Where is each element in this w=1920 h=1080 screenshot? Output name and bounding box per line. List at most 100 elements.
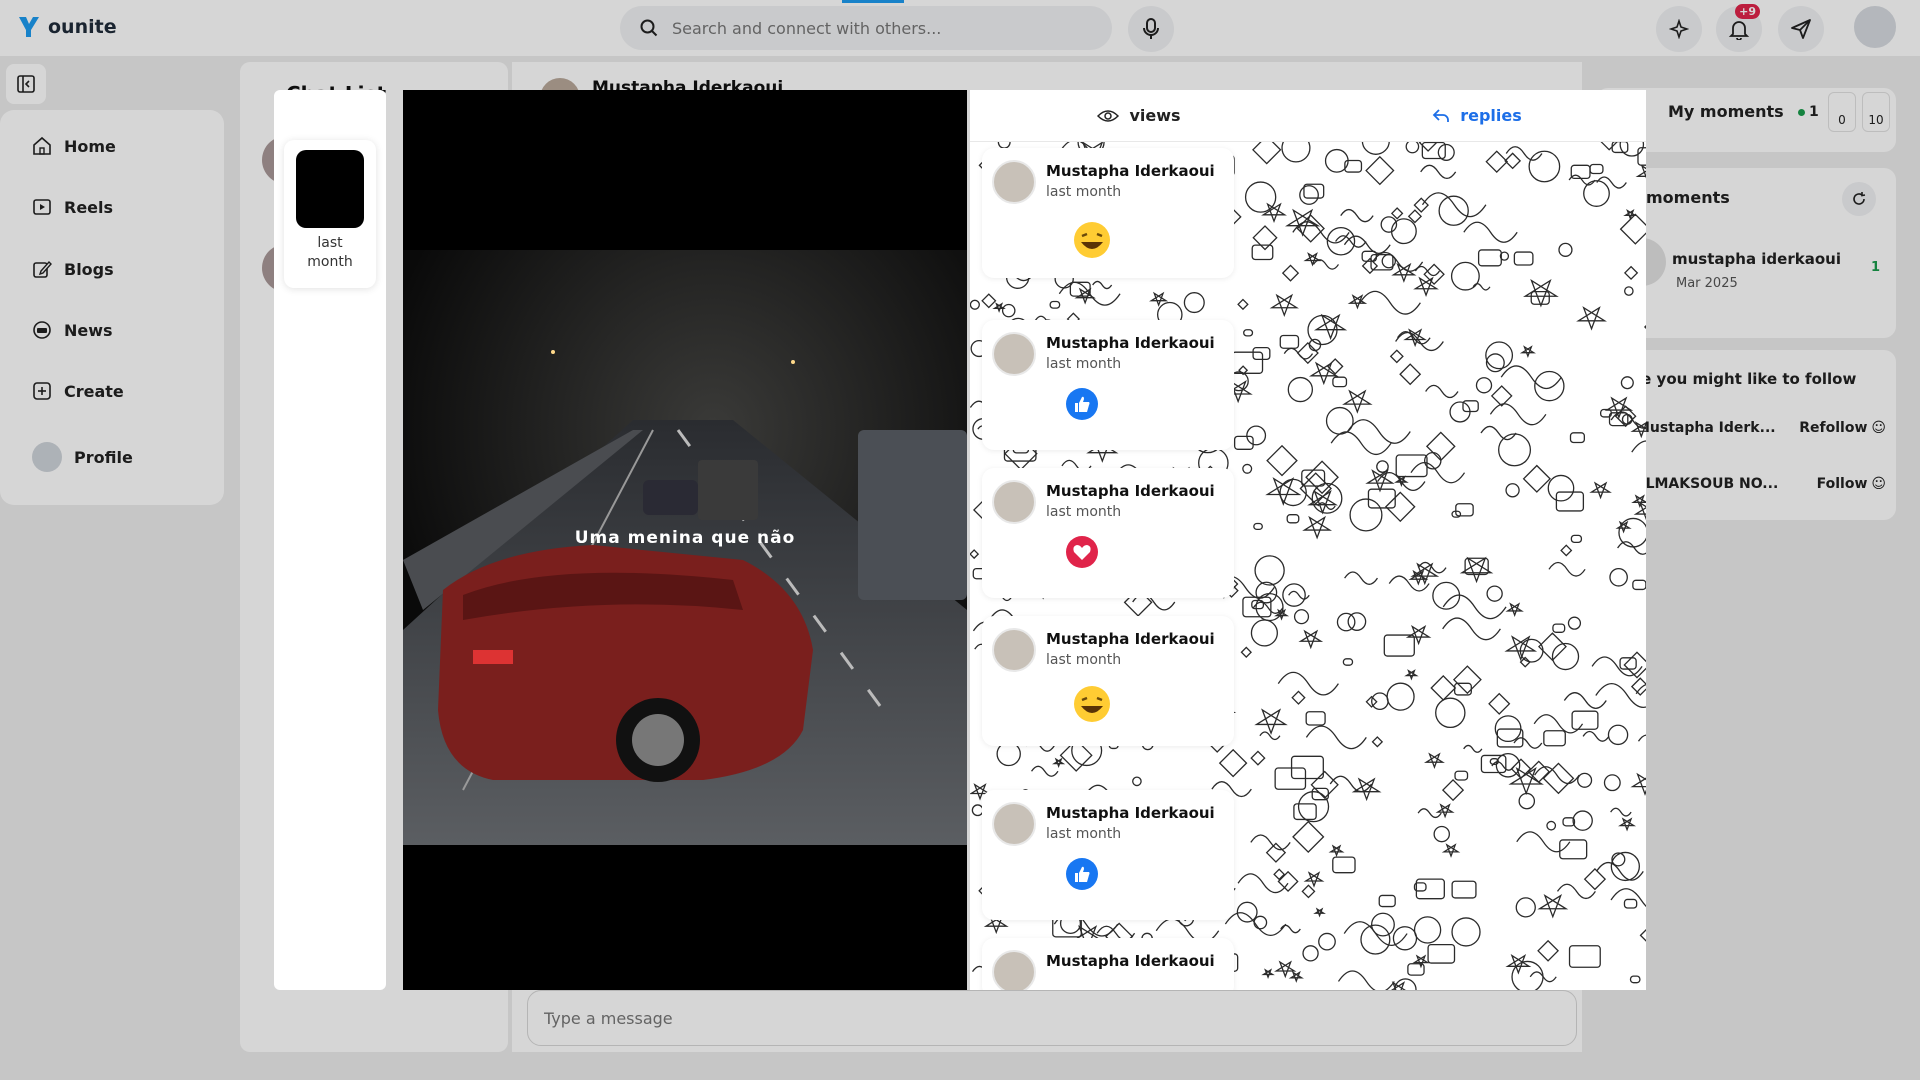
doodle-shape — [1312, 259, 1340, 270]
doodle-shape — [1572, 810, 1593, 831]
reply-card[interactable]: Mustapha Iderkaoui last month — [982, 790, 1234, 920]
doodle-shape — [1452, 665, 1482, 695]
doodle-shape — [1523, 279, 1559, 308]
doodle-shape — [1313, 313, 1348, 341]
doodle-shape — [1296, 342, 1319, 365]
doodle-shape — [1261, 202, 1287, 224]
doodle-shape — [1183, 292, 1205, 314]
reply-author: Mustapha Iderkaoui — [1046, 952, 1215, 970]
doodle-shape — [1386, 682, 1415, 711]
laugh-emoji-icon — [1072, 684, 1112, 724]
doodle-shape — [1639, 928, 1646, 942]
doodle-shape — [1583, 868, 1607, 891]
doodle-shape — [1277, 671, 1339, 696]
doodle-shape — [1328, 844, 1345, 858]
doodle-shape — [1582, 730, 1610, 742]
doodle-shape — [1463, 221, 1518, 243]
doodle-shape — [1548, 561, 1586, 577]
doodle-shape — [1420, 164, 1457, 180]
doodle-shape — [1342, 658, 1354, 666]
doodle-shape — [1619, 213, 1646, 245]
doodle-shape — [1558, 242, 1573, 257]
doodle-shape — [1442, 617, 1501, 641]
doodle-shape — [1344, 571, 1379, 585]
reply-card[interactable]: Mustapha Iderkaoui — [982, 938, 1234, 990]
doodle-shape — [1571, 710, 1599, 730]
doodle-shape — [1577, 772, 1593, 788]
doodle-shape — [1298, 629, 1324, 650]
doodle-shape — [1371, 736, 1384, 748]
avatar — [992, 160, 1036, 204]
doodle-shape — [1365, 155, 1395, 186]
doodle-shape — [1589, 481, 1612, 500]
doodle-shape — [1332, 376, 1348, 388]
story-thumbnail-image — [296, 150, 364, 228]
doodle-shape — [1293, 609, 1310, 625]
doodle-shape — [1030, 765, 1059, 777]
story-video[interactable]: Uma menina que não — [403, 90, 967, 990]
doodle-shape — [1632, 579, 1646, 591]
doodle-shape — [1537, 939, 1560, 962]
doodle-shape — [1347, 294, 1368, 310]
reply-card[interactable]: Mustapha Iderkaoui last month — [982, 616, 1234, 746]
doodle-shape — [1332, 856, 1356, 874]
doodle-shape — [1441, 843, 1461, 858]
reply-card[interactable]: Mustapha Iderkaoui last month — [982, 320, 1234, 450]
doodle-shape — [970, 549, 980, 560]
tab-views[interactable]: views — [970, 90, 1308, 141]
doodle-shape — [1459, 556, 1494, 584]
doodle-shape — [1425, 431, 1456, 462]
doodle-shape — [1378, 894, 1396, 908]
doodle-shape — [1237, 298, 1249, 311]
doodle-shape — [1414, 265, 1441, 277]
doodle-shape — [1254, 555, 1285, 586]
avatar — [992, 802, 1036, 846]
doodle-shape — [1435, 697, 1466, 729]
reply-time: last month — [1046, 504, 1122, 520]
doodle-shape — [1472, 283, 1491, 291]
doodle-shape — [1624, 286, 1634, 296]
doodle-shape — [1371, 692, 1389, 711]
doodle-shape — [1361, 140, 1390, 155]
doodle-shape — [1463, 744, 1483, 753]
doodle-shape — [1454, 770, 1469, 781]
doodle-shape — [1528, 150, 1561, 183]
reply-card[interactable]: Mustapha Iderkaoui last month — [982, 468, 1234, 598]
doodle-shape — [1243, 329, 1254, 337]
doodle-shape — [1293, 803, 1317, 821]
doodle-shape — [1324, 148, 1349, 173]
doodle-shape — [1438, 195, 1469, 226]
doodle-shape — [1392, 926, 1418, 951]
doodle-shape — [1279, 334, 1300, 349]
doodle-shape — [1477, 249, 1502, 267]
doodle-shape — [1302, 945, 1319, 962]
doodle-shape — [1259, 731, 1281, 741]
reply-card[interactable]: Mustapha Iderkaoui last month — [982, 148, 1234, 278]
doodle-shape — [1305, 711, 1326, 726]
tab-replies[interactable]: replies — [1308, 90, 1646, 141]
story-thumbnail[interactable]: last month — [284, 140, 376, 288]
doodle-shape — [1149, 291, 1169, 307]
doodle-shape — [1384, 491, 1416, 523]
doodle-shape — [1485, 150, 1509, 174]
doodle-shape — [1250, 750, 1266, 766]
doodle-shape — [1218, 748, 1248, 778]
doodle-shape — [1395, 454, 1428, 478]
reply-author: Mustapha Iderkaoui — [1046, 334, 1215, 352]
doodle-shape — [1415, 878, 1445, 900]
doodle-shape — [1242, 463, 1253, 474]
doodle-shape — [1552, 623, 1566, 633]
doodle-shape — [1433, 825, 1450, 843]
doodle-shape — [1252, 225, 1278, 251]
doodle-shape — [1282, 583, 1306, 607]
doodle-shape — [1488, 692, 1511, 715]
doodle-shape — [1391, 262, 1417, 283]
doodle-shape — [1390, 207, 1404, 220]
doodle-shape — [1265, 842, 1287, 863]
doodle-shape — [1092, 280, 1113, 290]
doodle-shape — [1643, 324, 1646, 330]
doodle-shape — [1240, 646, 1252, 658]
doodle-shape — [1489, 403, 1547, 426]
doodle-shape — [1404, 669, 1419, 681]
doodle-shape — [1413, 276, 1439, 297]
